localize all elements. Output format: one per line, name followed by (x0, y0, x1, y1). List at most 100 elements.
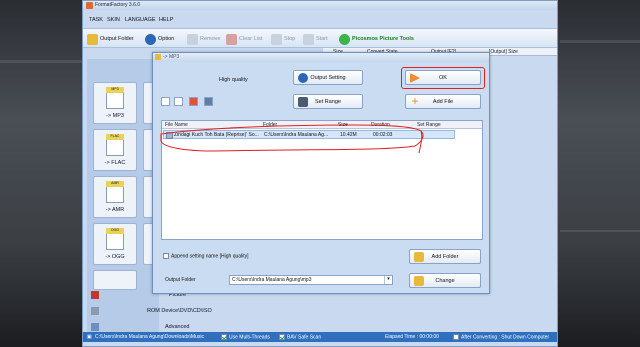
checkbox-icon (221, 334, 227, 340)
remove-label: Remove (200, 36, 221, 42)
toolbar: Output Folder Option Remove Clear List S… (83, 28, 557, 48)
menu-language[interactable]: LANGUAGE (125, 17, 156, 23)
output-folder-label: Output Folder (100, 36, 134, 42)
app-icon (86, 2, 93, 9)
set-range-label: Set Range (315, 98, 341, 105)
dialog-title-bar: -> MP3 (153, 53, 489, 62)
status-path: C:\Users\Indra Maulana Agung\Downloads\M… (95, 334, 204, 340)
plus-icon: + (411, 94, 419, 108)
folder-icon (414, 276, 424, 286)
disc-icon (91, 307, 99, 315)
sidebar-item-label: Advanced (165, 324, 190, 330)
clear-icon (226, 33, 237, 45)
format-ogg[interactable]: OGG -> OGG (93, 223, 137, 265)
format-tag-ogg: OGG (106, 228, 124, 234)
checkbox-icon (453, 334, 459, 340)
output-folder-value: C:\Users\Indra Maulana Agung\mp3 (232, 277, 312, 283)
annotation-highlight-ok (401, 67, 485, 89)
append-setting-checkbox[interactable]: Append setting name [High quality] (163, 253, 249, 260)
status-bar: ▣ C:\Users\Indra Maulana Agung\Downloads… (83, 332, 557, 342)
advanced-icon (91, 323, 99, 331)
folder-icon (87, 33, 98, 45)
stop-button[interactable]: Stop (271, 32, 295, 46)
format-flac[interactable]: FLAC -> FLAC (93, 129, 137, 171)
dialog-app-icon (155, 54, 161, 60)
add-file-label: Add File (432, 98, 454, 105)
background-beam (0, 60, 82, 63)
output-folder-field[interactable]: C:\Users\Indra Maulana Agung\mp3 ▾ (229, 275, 393, 285)
folder-icon: ▣ (87, 334, 92, 340)
checkbox-icon (279, 334, 285, 340)
format-more[interactable] (93, 270, 137, 290)
delete-icon[interactable] (174, 97, 183, 106)
annotation-scribble (160, 124, 424, 154)
clear-list-label: Clear List (239, 36, 263, 42)
after-converting-checkbox[interactable]: After Converting : Shut Down Computer (453, 334, 549, 340)
after-converting-label: After Converting : Shut Down Computer (461, 334, 550, 341)
multi-threads-checkbox[interactable]: Use Multi-Threads (221, 334, 270, 340)
folder-icon (414, 252, 424, 262)
format-tag-amr: AMR (106, 181, 124, 187)
sidebar-item-label: ROM Device\DVD\CD\ISO (147, 308, 212, 314)
add-folder-button[interactable]: Add Folder (409, 249, 481, 264)
title-bar: FormatFactory 3.6.0 (83, 1, 557, 10)
window-title: FormatFactory 3.6.0 (95, 2, 141, 8)
output-setting-button[interactable]: Output Setting (293, 70, 363, 85)
remove-icon (187, 33, 198, 45)
format-label-amr: -> AMR (105, 207, 125, 213)
media-icon[interactable] (204, 97, 213, 106)
picture-tools-icon (339, 33, 350, 45)
stop-circle-icon[interactable] (189, 97, 198, 106)
quality-label: High quality (219, 77, 248, 83)
annotation-path (160, 124, 424, 154)
menu-task[interactable]: TASK (89, 17, 103, 23)
option-label: Option (158, 36, 175, 42)
col-output-size: [Output] Size (489, 49, 518, 55)
picture-tools-label: Picosmos Picture Tools (352, 36, 414, 42)
checkbox-icon (163, 253, 169, 259)
start-label: Start (316, 36, 328, 42)
background-beam (560, 230, 640, 232)
range-icon (298, 97, 308, 107)
file-list-icon[interactable] (161, 97, 170, 106)
output-folder-label: Output Folder (165, 277, 196, 283)
background-beam (560, 40, 640, 43)
picture-tools-button[interactable]: Picosmos Picture Tools (339, 32, 414, 46)
safe-scan-checkbox[interactable]: BAV Safe Scan (279, 334, 321, 340)
output-folder-button[interactable]: Output Folder (87, 32, 134, 46)
format-tag-flac: FLAC (106, 134, 124, 140)
change-button[interactable]: Change (409, 273, 481, 288)
menu-skin[interactable]: SKIN (107, 17, 120, 23)
stop-label: Stop (284, 36, 296, 42)
output-setting-label: Output Setting (310, 74, 346, 81)
format-tag-mp3: MP3 (106, 87, 124, 93)
add-folder-label: Add Folder (431, 253, 459, 260)
stop-icon (271, 33, 282, 45)
sidebar-item-rom[interactable]: ROM Device\DVD\CD\ISO (87, 305, 227, 317)
format-mp3[interactable]: MP3 -> MP3 (93, 82, 137, 124)
format-amr[interactable]: AMR -> AMR (93, 176, 137, 218)
format-label-mp3: -> MP3 (106, 113, 124, 119)
multi-threads-label: Use Multi-Threads (229, 334, 270, 341)
picture-icon (91, 291, 99, 299)
mp3-dialog: -> MP3 High quality Output Setting OK Se… (152, 52, 490, 294)
format-label-ogg: -> OGG (105, 254, 125, 260)
start-button[interactable]: Start (303, 32, 328, 46)
safe-scan-label: BAV Safe Scan (287, 334, 322, 341)
option-button[interactable]: Option (145, 32, 174, 46)
clear-list-button[interactable]: Clear List (226, 32, 262, 46)
menu-bar: TASK SKIN LANGUAGE HELP (83, 17, 557, 25)
format-sidebar: MP3 -> MP3 FLAC -> FLAC AMR -> AMR OGG -… (87, 59, 212, 337)
gear-icon (298, 73, 308, 83)
add-file-button[interactable]: + Add File (405, 94, 481, 109)
chevron-down-icon[interactable]: ▾ (384, 276, 392, 284)
set-range-button[interactable]: Set Range (293, 94, 363, 109)
append-setting-label: Append setting name [High quality] (171, 253, 249, 260)
option-icon (145, 33, 156, 45)
dialog-title: -> MP3 (163, 54, 180, 60)
start-icon (303, 33, 314, 45)
menu-help[interactable]: HELP (159, 17, 173, 23)
elapsed-time: Elapsed Time : 00:00:00 (385, 334, 439, 340)
format-label-flac: -> FLAC (104, 160, 126, 166)
remove-button[interactable]: Remove (187, 32, 220, 46)
